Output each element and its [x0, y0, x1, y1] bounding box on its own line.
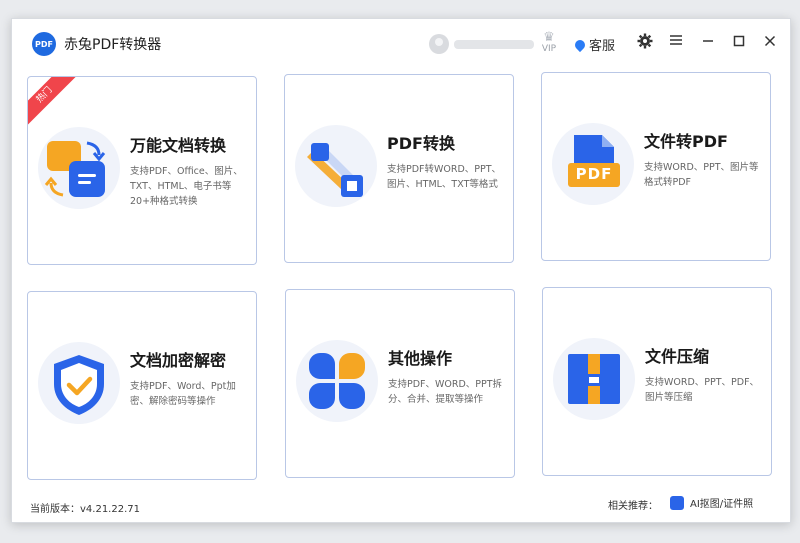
card-description: 支持PDF转WORD、PPT、图片、HTML、TXT等格式	[387, 164, 502, 190]
vip-badge[interactable]: ♛ VIP	[539, 31, 559, 55]
card-description: 支持WORD、PPT、图片等格式转PDF	[644, 162, 759, 188]
crown-icon: ♛	[543, 30, 555, 45]
card-title: PDF转换	[387, 134, 455, 153]
app-title: 赤兔PDF转换器	[64, 37, 162, 53]
card-encrypt-decrypt[interactable]: 文档加密解密 支持PDF、Word、Ppt加密、解除密码等操作	[27, 291, 257, 480]
shield-check-icon	[54, 355, 104, 415]
card-description: 支持WORD、PPT、PDF、图片等压缩	[645, 377, 760, 403]
version-label: 当前版本：v4.21.22.71	[30, 504, 140, 515]
customer-service-button[interactable]: 客服	[572, 35, 616, 54]
card-title: 文件转PDF	[644, 132, 728, 151]
card-title: 其他操作	[388, 349, 453, 368]
gear-icon[interactable]	[635, 33, 655, 53]
ai-matting-link[interactable]: AI抠图/证件照	[670, 495, 753, 510]
card-title: 万能文档转换	[130, 136, 227, 155]
avatar[interactable]	[429, 34, 449, 54]
card-description: 支持PDF、Office、图片、TXT、HTML、电子书等20+种格式转换	[130, 166, 243, 207]
pdf-icon-label: PDF	[575, 165, 613, 183]
compress-icon	[568, 354, 620, 404]
service-label: 客服	[589, 39, 616, 54]
card-title: 文件压缩	[645, 347, 710, 366]
recommend-label: 相关推荐：	[608, 501, 658, 512]
hot-badge: 热门	[28, 77, 82, 132]
card-file-compress[interactable]: 文件压缩 支持WORD、PPT、PDF、图片等压缩	[542, 287, 772, 476]
service-icon	[572, 37, 588, 52]
grid-petals-icon	[309, 353, 365, 409]
card-description: 支持PDF、WORD、PPT拆分、合并、提取等操作	[388, 379, 503, 405]
pdf-convert-icon	[307, 143, 363, 197]
title-bar: PDF 赤兔PDF转换器 ♛ VIP 客服	[12, 19, 790, 67]
card-pdf-convert[interactable]: PDF转换 支持PDF转WORD、PPT、图片、HTML、TXT等格式	[284, 74, 514, 263]
username-placeholder[interactable]	[454, 40, 534, 49]
convert-icon	[44, 141, 106, 197]
card-description: 支持PDF、Word、Ppt加密、解除密码等操作	[130, 381, 236, 407]
close-icon[interactable]	[760, 33, 780, 51]
app-logo: PDF	[32, 32, 56, 56]
menu-icon[interactable]	[666, 33, 686, 51]
card-universal-convert[interactable]: 热门 万能文档转换 支持PDF、Office、图片、TXT、HTML、电子书等2…	[27, 76, 257, 265]
minimize-icon[interactable]	[698, 33, 718, 51]
maximize-icon[interactable]	[729, 33, 749, 51]
card-file-to-pdf[interactable]: PDF 文件转PDF 支持WORD、PPT、图片等格式转PDF	[541, 72, 771, 261]
file-to-pdf-icon	[568, 135, 620, 187]
ai-matting-label: AI抠图/证件照	[690, 499, 754, 510]
card-title: 文档加密解密	[130, 351, 227, 370]
card-other-operations[interactable]: 其他操作 支持PDF、WORD、PPT拆分、合并、提取等操作	[285, 289, 515, 478]
edit-icon	[670, 495, 684, 510]
app-window: PDF 赤兔PDF转换器 ♛ VIP 客服 热门 万能文档转换 支持PDF、Of…	[11, 18, 791, 523]
vip-label: VIP	[541, 44, 557, 54]
